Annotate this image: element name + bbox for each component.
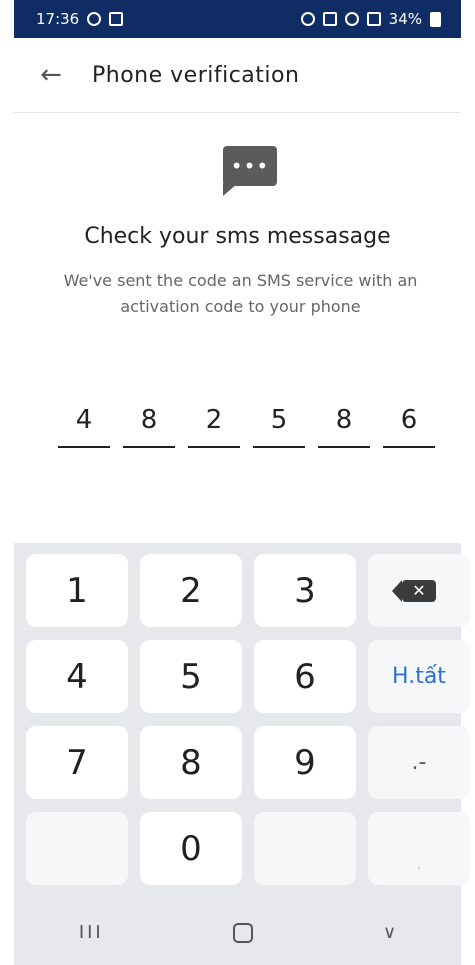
key-2[interactable]: 2: [140, 554, 242, 627]
key-8[interactable]: 8: [140, 726, 242, 799]
done-key[interactable]: H.tất: [368, 640, 470, 713]
wifi-icon: [344, 12, 359, 26]
backspace-key[interactable]: ✕: [368, 554, 470, 627]
status-bar: 17:36 34%: [14, 0, 461, 38]
activity-icon: [87, 12, 102, 26]
blank-key: [254, 812, 356, 885]
code-underline: [318, 446, 370, 448]
key-4[interactable]: 4: [26, 640, 128, 713]
code-cell-2[interactable]: 8: [123, 402, 175, 448]
back-arrow-icon[interactable]: ←: [24, 60, 78, 90]
key-3[interactable]: 3: [254, 554, 356, 627]
comma-key[interactable]: ,: [368, 812, 470, 885]
status-time: 17:36: [36, 10, 80, 28]
code-cell-6[interactable]: 6: [383, 402, 435, 448]
recents-icon[interactable]: III: [79, 922, 104, 943]
code-underline: [253, 446, 305, 448]
alarm-icon: [300, 12, 315, 26]
key-6[interactable]: 6: [254, 640, 356, 713]
code-digit: 6: [400, 405, 418, 435]
numeric-keyboard: 1 2 3 ✕ 4 5 6 H.tất 7 8 9 .- 0 ,: [14, 543, 470, 900]
signal-icon: [366, 12, 381, 26]
blank-key: [26, 812, 128, 885]
verification-content: ••• Check your sms messasage We've sent …: [14, 112, 461, 542]
code-underline: [383, 446, 435, 448]
code-digit: 4: [75, 405, 93, 435]
dot-dash-key[interactable]: .-: [368, 726, 470, 799]
key-5[interactable]: 5: [140, 640, 242, 713]
battery-percent: 34%: [388, 10, 422, 28]
code-cell-4[interactable]: 5: [253, 402, 305, 448]
system-nav-bar: III ∨: [14, 900, 461, 965]
nav-back-icon[interactable]: ∨: [383, 922, 396, 943]
code-underline: [58, 446, 110, 448]
home-icon[interactable]: [233, 922, 254, 943]
backspace-icon: ✕: [392, 579, 436, 602]
code-digit: 8: [335, 405, 353, 435]
code-digit: 8: [140, 405, 158, 435]
image-icon: [109, 12, 124, 26]
code-underline: [188, 446, 240, 448]
page-title: Phone verification: [92, 62, 300, 88]
status-left: 17:36: [36, 10, 124, 28]
key-1[interactable]: 1: [26, 554, 128, 627]
code-underline: [123, 446, 175, 448]
code-input-row[interactable]: 4 8 2 5 8 6: [58, 402, 435, 448]
code-digit: 2: [205, 405, 223, 435]
code-digit: 5: [270, 405, 288, 435]
check-sms-title: Check your sms messasage: [84, 224, 391, 249]
status-right: 34%: [300, 10, 441, 28]
code-cell-5[interactable]: 8: [318, 402, 370, 448]
key-9[interactable]: 9: [254, 726, 356, 799]
battery-icon: [430, 11, 441, 27]
sms-bubble-icon: •••: [223, 146, 277, 186]
code-cell-3[interactable]: 2: [188, 402, 240, 448]
key-0[interactable]: 0: [140, 812, 242, 885]
app-bar: ← Phone verification: [14, 38, 461, 113]
mute-icon: [322, 12, 337, 26]
sms-bubble-tail: [223, 184, 237, 196]
key-7[interactable]: 7: [26, 726, 128, 799]
sms-description: We've sent the code an SMS service with …: [63, 271, 418, 316]
code-cell-1[interactable]: 4: [58, 402, 110, 448]
